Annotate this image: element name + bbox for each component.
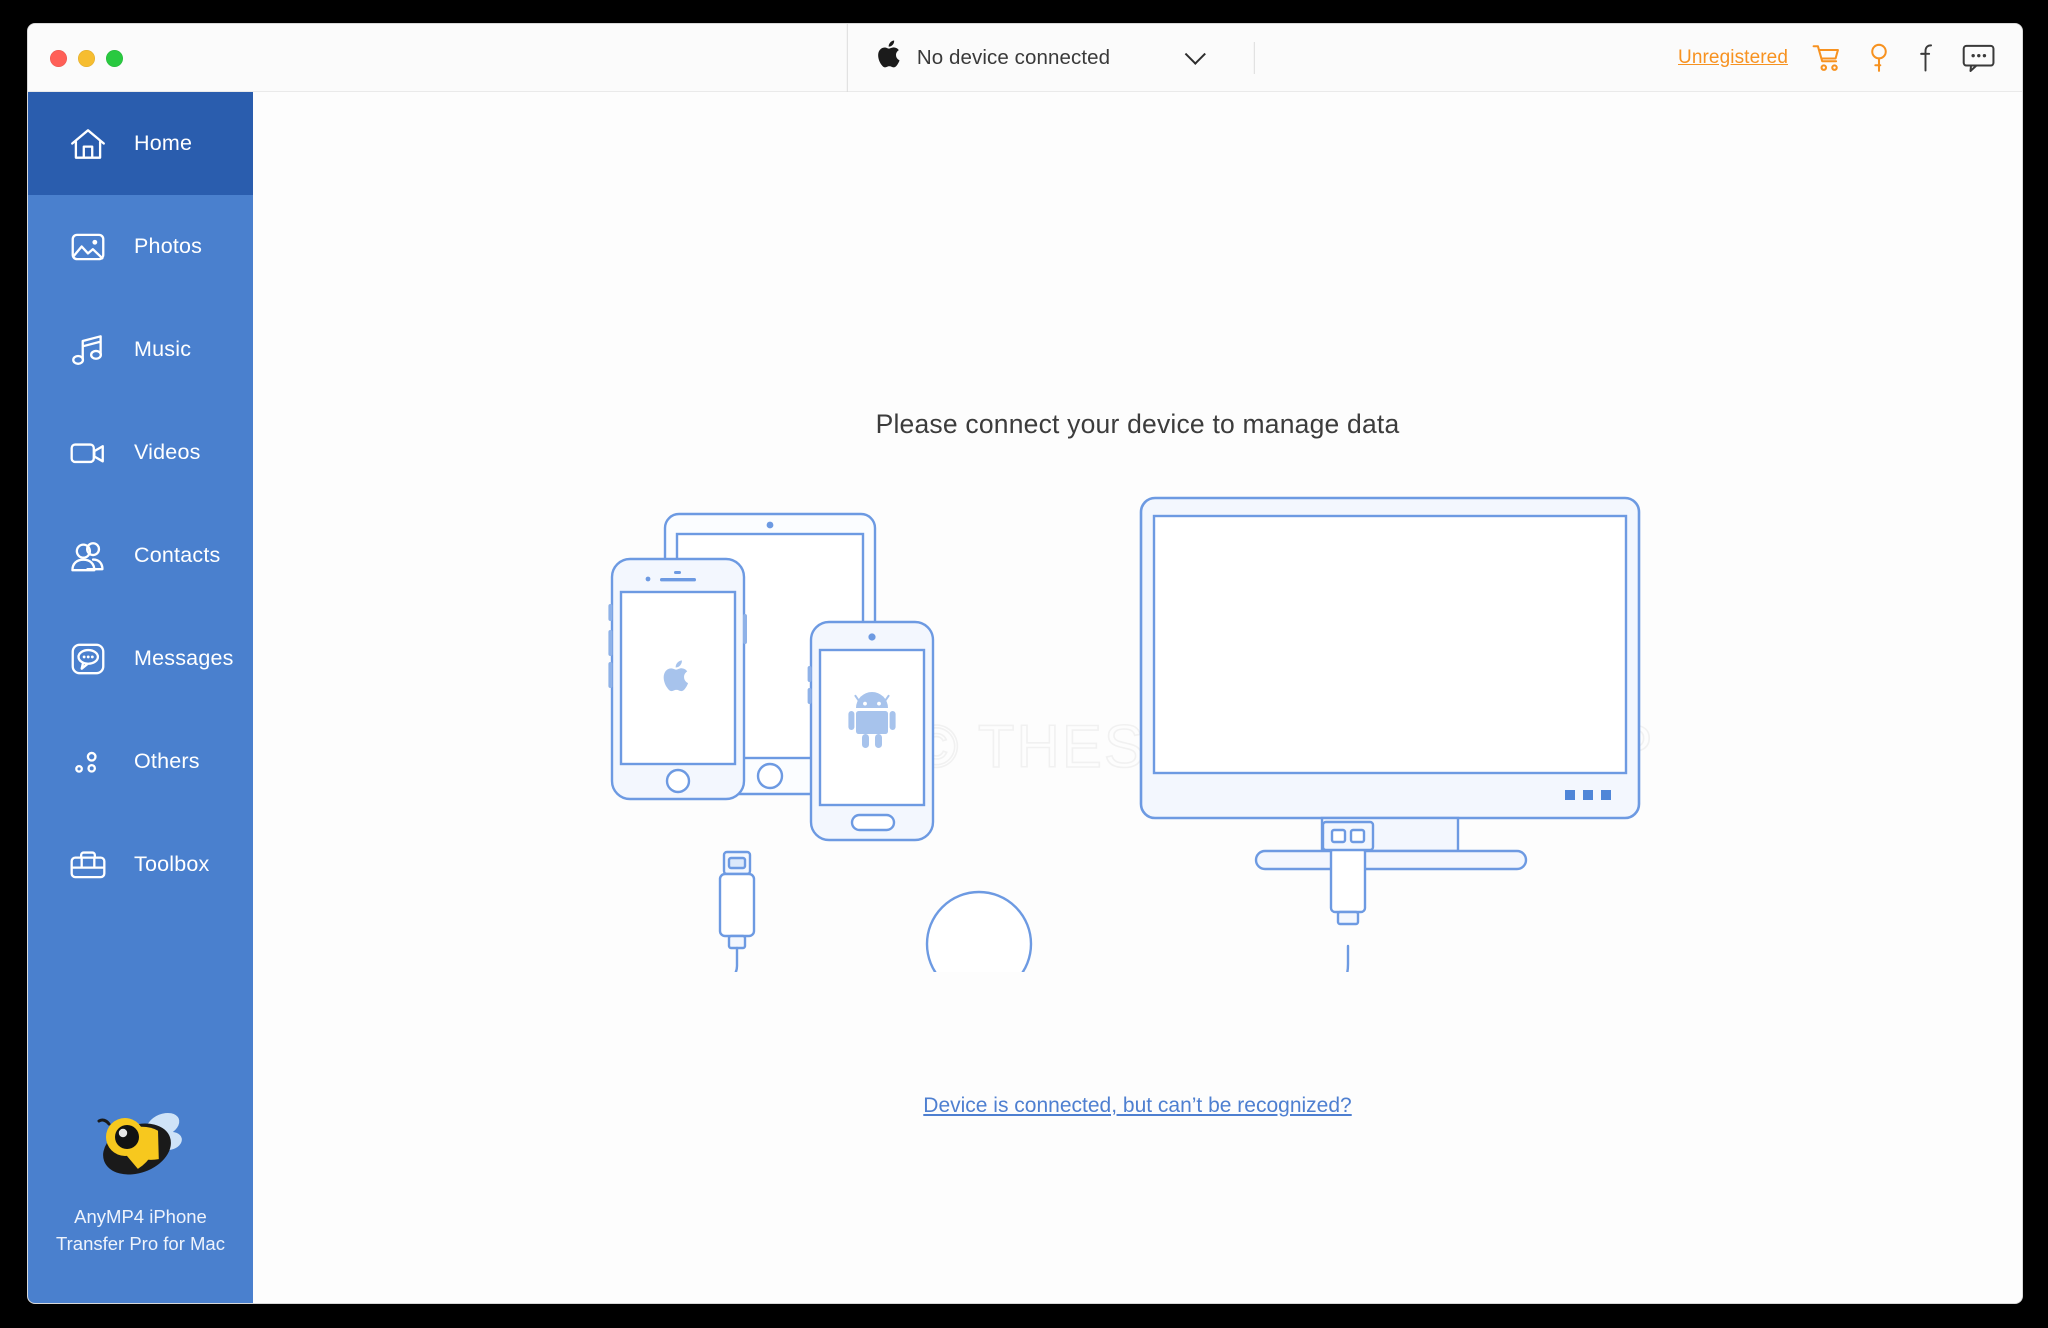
cart-icon[interactable] <box>1812 43 1842 73</box>
usb-cable-illustration <box>713 820 1374 998</box>
sidebar: Home Photos Music Videos Contacts Messag… <box>28 92 253 1303</box>
key-icon[interactable] <box>1866 43 1892 73</box>
others-icon <box>68 742 108 782</box>
sidebar-item-videos[interactable]: Videos <box>28 401 253 504</box>
device-not-recognized-link[interactable]: Device is connected, but can’t be recogn… <box>253 1094 2022 1118</box>
feedback-icon[interactable] <box>1962 43 1996 73</box>
close-window-button[interactable] <box>50 49 67 67</box>
iphone-illustration <box>607 557 747 801</box>
monitor-illustration <box>1139 496 1640 871</box>
videos-icon <box>68 433 108 473</box>
sidebar-item-label: Messages <box>134 646 234 670</box>
title-bar: No device connected Unregistered <box>28 24 2022 92</box>
unregistered-link[interactable]: Unregistered <box>1678 47 1788 69</box>
maximize-window-button[interactable] <box>106 49 123 67</box>
sidebar-item-label: Home <box>134 131 193 155</box>
toolbox-icon <box>68 845 108 885</box>
titlebar-actions: Unregistered <box>1678 24 1996 92</box>
main-content: Please connect your device to manage dat… <box>253 92 2022 1303</box>
sidebar-item-label: Others <box>134 749 200 773</box>
facebook-icon[interactable] <box>1916 43 1938 73</box>
sidebar-item-label: Toolbox <box>134 852 210 876</box>
minimize-window-button[interactable] <box>78 49 95 67</box>
sidebar-item-home[interactable]: Home <box>28 92 253 195</box>
sidebar-item-music[interactable]: Music <box>28 298 253 401</box>
sidebar-item-toolbox[interactable]: Toolbox <box>28 813 253 916</box>
chevron-down-icon[interactable] <box>1185 43 1207 65</box>
android-phone-illustration <box>807 620 934 842</box>
brand-block: AnyMP4 iPhone Transfer Pro for Mac <box>28 1105 253 1303</box>
sidebar-item-label: Videos <box>134 440 201 464</box>
music-icon <box>68 330 108 370</box>
connect-device-illustration <box>603 492 1673 998</box>
contacts-icon <box>68 536 108 576</box>
bee-logo-icon <box>85 1105 197 1190</box>
app-window: No device connected Unregistered Home Ph… <box>28 24 2022 1303</box>
device-selector[interactable]: No device connected <box>846 24 1256 92</box>
home-icon <box>68 124 108 164</box>
photos-icon <box>68 227 108 267</box>
sidebar-item-label: Contacts <box>134 543 221 567</box>
sidebar-item-label: Photos <box>134 234 203 258</box>
brand-name-label: AnyMP4 iPhone Transfer Pro for Mac <box>56 1206 225 1254</box>
sidebar-item-contacts[interactable]: Contacts <box>28 504 253 607</box>
sidebar-item-others[interactable]: Others <box>28 710 253 813</box>
traffic-lights <box>50 24 123 92</box>
sidebar-item-messages[interactable]: Messages <box>28 607 253 710</box>
apple-logo-icon <box>876 40 901 74</box>
messages-icon <box>68 639 108 679</box>
window-body: Home Photos Music Videos Contacts Messag… <box>28 92 2022 1303</box>
sidebar-item-photos[interactable]: Photos <box>28 195 253 298</box>
page-title: Please connect your device to manage dat… <box>875 409 1400 439</box>
device-status-label: No device connected <box>916 46 1111 69</box>
sidebar-item-label: Music <box>134 337 192 361</box>
